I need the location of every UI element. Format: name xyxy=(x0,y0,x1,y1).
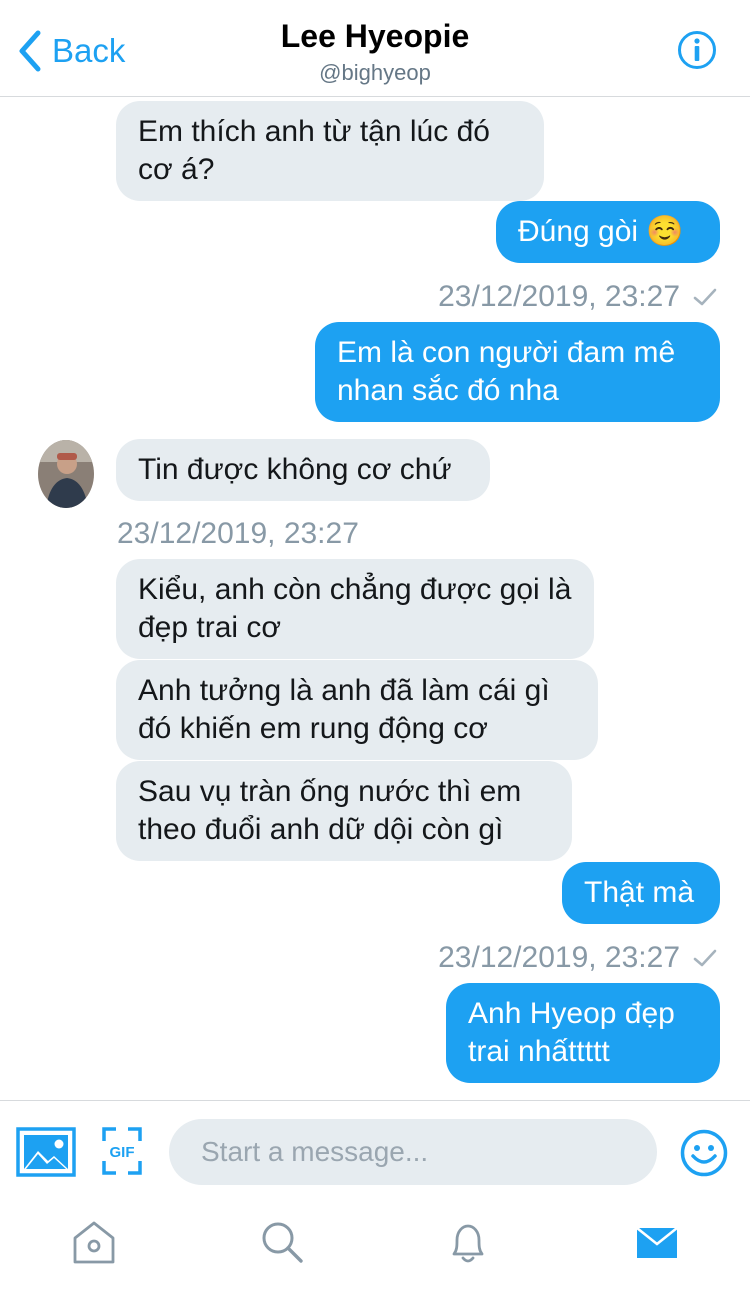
message-input[interactable]: Start a message... xyxy=(169,1119,657,1185)
home-icon[interactable] xyxy=(70,1218,118,1266)
incoming-message[interactable]: Anh tưởng là anh đã làm cái gì đó khiến … xyxy=(116,660,598,760)
outgoing-message[interactable]: Đúng gòi ☺️ xyxy=(496,201,720,263)
info-icon[interactable] xyxy=(677,30,717,70)
image-icon[interactable] xyxy=(16,1127,76,1177)
outgoing-message[interactable]: Em là con người đam mê nhan sắc đó nha xyxy=(315,322,720,422)
incoming-message[interactable]: Kiểu, anh còn chẳng được gọi là đẹp trai… xyxy=(116,559,594,659)
gif-button[interactable]: GIF xyxy=(102,1127,142,1175)
conversation-header: Back Lee Hyeopie @bighyeop xyxy=(0,0,750,97)
search-icon[interactable] xyxy=(258,1218,306,1266)
message-list[interactable]: Em thích anh từ tận lúc đó cơ á? Đúng gò… xyxy=(0,97,750,1100)
outgoing-message[interactable]: Anh Hyeop đẹp trai nhấttttt xyxy=(446,983,720,1083)
emoji-icon[interactable] xyxy=(680,1129,728,1177)
gif-icon: GIF xyxy=(102,1127,142,1175)
message-timestamp: 23/12/2019, 23:27 xyxy=(117,517,359,550)
message-timestamp: 23/12/2019, 23:27 xyxy=(438,940,718,976)
conversation-title: Lee Hyeopie xyxy=(280,18,470,54)
tab-bar xyxy=(0,1202,750,1302)
incoming-message[interactable]: Sau vụ tràn ống nước thì em theo đuổi an… xyxy=(116,761,572,861)
checkmark-icon xyxy=(693,288,717,306)
timestamp-text: 23/12/2019, 23:27 xyxy=(438,941,680,974)
conversation-handle: @bighyeop xyxy=(319,60,431,85)
incoming-message[interactable]: Em thích anh từ tận lúc đó cơ á? xyxy=(116,101,544,201)
gif-label: GIF xyxy=(110,1144,135,1161)
message-composer: GIF Start a message... xyxy=(0,1100,750,1203)
message-timestamp: 23/12/2019, 23:27 xyxy=(438,279,718,315)
messages-icon[interactable] xyxy=(633,1218,681,1266)
avatar-image xyxy=(38,440,94,508)
timestamp-text: 23/12/2019, 23:27 xyxy=(438,280,680,313)
checkmark-icon xyxy=(693,949,717,967)
outgoing-message[interactable]: Thật mà xyxy=(562,862,720,924)
notifications-icon[interactable] xyxy=(444,1218,492,1266)
avatar[interactable] xyxy=(38,440,94,508)
message-input-placeholder: Start a message... xyxy=(201,1136,429,1167)
incoming-message[interactable]: Tin được không cơ chứ xyxy=(116,439,490,501)
